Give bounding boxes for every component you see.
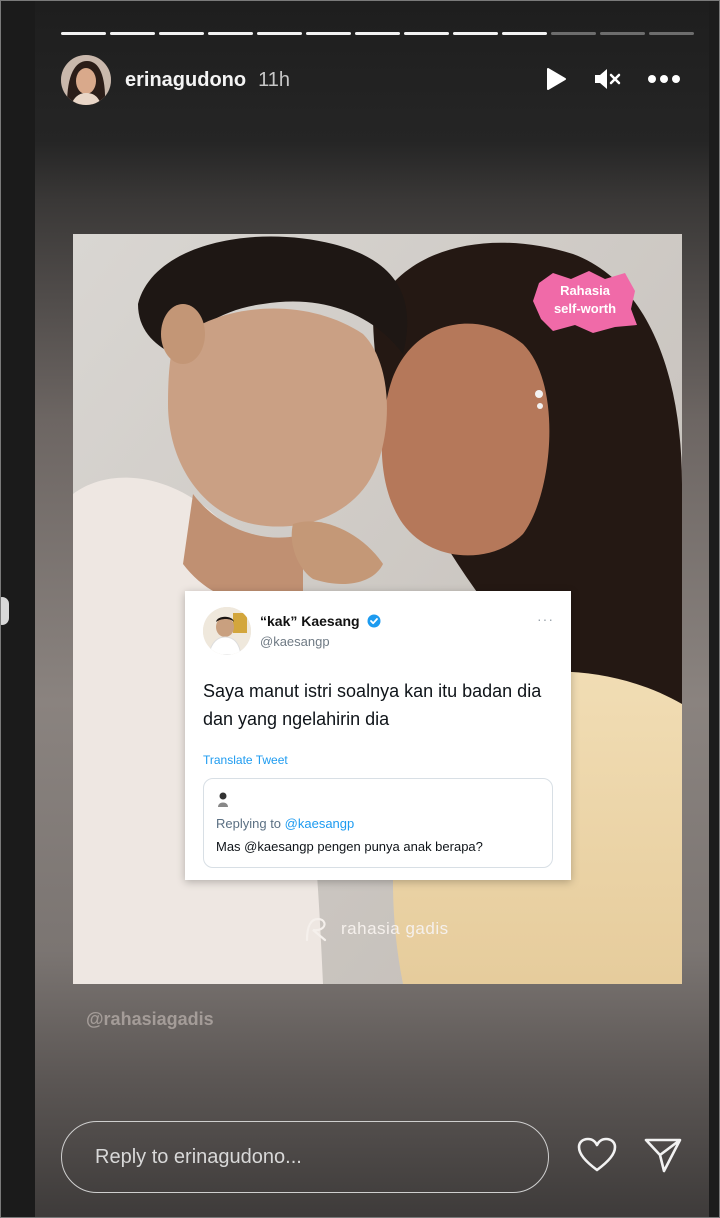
story-viewer: erinagudono 11h Rahasia self-worth “kak”… <box>0 0 720 1218</box>
rahasia-self-worth-sticker: Rahasia self-worth <box>531 269 639 333</box>
next-story-edge[interactable] <box>709 1 719 1217</box>
quoted-text: Mas @kaesangp pengen punya anak berapa? <box>216 839 483 854</box>
story-timestamp: 11h <box>258 68 290 91</box>
progress-segment <box>551 32 596 35</box>
tweet-author-name: “kak” Kaesang <box>260 613 360 629</box>
reply-placeholder: Reply to erinagudono... <box>95 1146 302 1168</box>
progress-segment <box>649 32 694 35</box>
reply-input[interactable]: Reply to erinagudono... <box>61 1121 549 1193</box>
story-header: erinagudono 11h <box>61 55 691 105</box>
watermark-text: rahasia gadis <box>341 919 449 938</box>
more-icon[interactable] <box>647 74 681 84</box>
progress-segment <box>453 32 498 35</box>
previous-story-edge[interactable] <box>1 1 35 1217</box>
progress-segment <box>257 32 302 35</box>
replying-to-handle: @kaesangp <box>284 816 355 831</box>
verified-badge-icon <box>367 614 381 628</box>
progress-segment <box>61 32 106 35</box>
tweet-text: Saya manut istri soalnya kan itu badan d… <box>203 681 542 729</box>
sticker-line2: self-worth <box>554 301 616 316</box>
replying-to-label: Replying to @kaesangp <box>216 816 354 831</box>
quoted-reply: Replying to @kaesangp Mas @kaesangp peng… <box>203 778 553 868</box>
story-username[interactable]: erinagudono <box>125 69 246 92</box>
progress-segment <box>306 32 351 35</box>
progress-segment <box>355 32 400 35</box>
progress-segment <box>502 32 547 35</box>
tweet-more-icon: ··· <box>537 611 554 627</box>
tweet-card: “kak” Kaesang @kaesangp ··· Saya manut i… <box>185 591 571 880</box>
rahasia-gadis-watermark: rahasia gadis <box>303 916 449 942</box>
progress-segment <box>159 32 204 35</box>
rahasia-gadis-logo-icon <box>305 917 327 942</box>
translate-tweet-link: Translate Tweet <box>203 753 288 767</box>
sticker-line1: Rahasia <box>560 283 611 298</box>
progress-segment <box>110 32 155 35</box>
replying-to-prefix: Replying to <box>216 816 285 831</box>
heart-icon[interactable] <box>577 1137 617 1173</box>
send-icon[interactable] <box>644 1137 682 1173</box>
quoted-avatar-icon <box>218 792 228 807</box>
mention-sticker[interactable]: @rahasiagadis <box>86 1009 214 1030</box>
tweet-avatar <box>203 607 251 655</box>
progress-segment <box>404 32 449 35</box>
mute-icon[interactable] <box>593 67 621 91</box>
avatar[interactable] <box>61 55 111 105</box>
play-icon[interactable] <box>545 67 567 91</box>
tweet-author-handle: @kaesangp <box>260 634 330 649</box>
progress-segment <box>600 32 645 35</box>
previous-story-handle[interactable] <box>1 597 9 625</box>
story-progress-bar <box>61 32 694 35</box>
progress-segment <box>208 32 253 35</box>
